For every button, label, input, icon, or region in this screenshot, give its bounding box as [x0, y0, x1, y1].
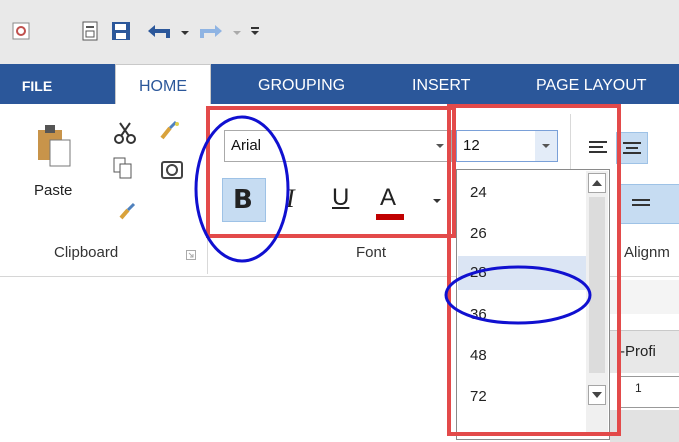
annotation-layer: [194, 115, 592, 325]
bold-annotation-circle: [194, 115, 290, 263]
size-annotation-circle: [444, 265, 592, 325]
